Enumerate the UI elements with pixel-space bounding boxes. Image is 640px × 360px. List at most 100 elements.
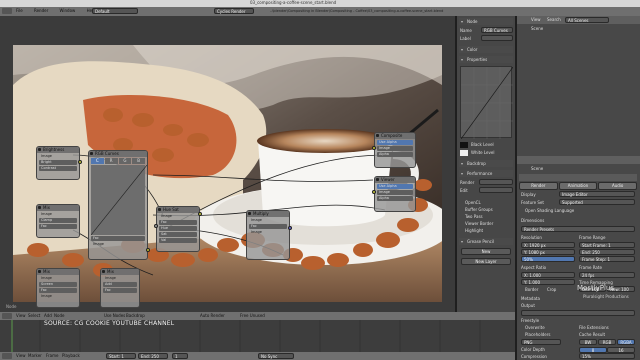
res-y-field[interactable]: Y: 1080 px <box>521 249 575 255</box>
res-x-field[interactable]: X: 1920 px <box>521 242 575 248</box>
node-row[interactable]: Clamp <box>39 218 77 223</box>
menu-file[interactable]: File <box>16 8 23 14</box>
end-frame-field[interactable]: End: 250 <box>579 249 635 255</box>
input-socket[interactable] <box>372 190 376 194</box>
outliner-search-menu[interactable]: Search <box>547 17 561 23</box>
dimensions-header[interactable]: Dimensions <box>521 218 544 224</box>
panel-grease-pencil-header[interactable]: Grease Pencil <box>459 238 513 245</box>
output-socket[interactable] <box>198 212 202 216</box>
node-composite[interactable]: Composite Use Alpha Image Alpha <box>374 132 416 168</box>
rgb-button[interactable]: RGB <box>598 339 616 345</box>
output-header[interactable]: Output <box>521 303 535 309</box>
render-quality-select[interactable] <box>479 179 513 185</box>
black-level-swatch[interactable] <box>460 142 468 148</box>
timeline-editor-icon[interactable] <box>2 353 12 359</box>
timeline-frame-menu[interactable]: Frame <box>46 353 58 359</box>
output-path-field[interactable] <box>521 310 635 316</box>
white-level-swatch[interactable] <box>460 150 468 156</box>
panel-properties-header[interactable]: Properties <box>459 56 513 63</box>
node-row[interactable]: Add <box>103 282 137 287</box>
sync-select[interactable]: No Sync <box>258 353 294 359</box>
menu-window[interactable]: Window <box>60 8 76 14</box>
channel-g[interactable]: G <box>118 158 132 164</box>
feature-set-select[interactable]: Supported <box>559 199 635 205</box>
buffer-groups-checkbox[interactable]: Buffer Groups <box>465 207 493 213</box>
border-checkbox[interactable]: Border <box>525 287 538 293</box>
output-socket[interactable] <box>288 226 292 230</box>
input-socket[interactable] <box>372 146 376 150</box>
fps-select[interactable]: 24 fps <box>579 272 635 278</box>
cache-result-checkbox[interactable]: Cache Result <box>579 332 605 338</box>
placeholders-checkbox[interactable]: Placeholders <box>525 332 550 338</box>
two-pass-checkbox[interactable]: Two Pass <box>465 214 483 220</box>
node-mix-2[interactable]: Mix Image Screen Fac Image <box>36 268 80 308</box>
node-viewer[interactable]: Viewer Use Alpha Image Alpha <box>374 176 416 212</box>
auto-render-toggle[interactable]: Auto Render <box>200 313 225 319</box>
backdrop-toggle[interactable]: Backdrop <box>126 313 145 319</box>
name-field[interactable]: RGB Curves <box>481 27 513 33</box>
freestyle-header[interactable]: Freestyle <box>521 318 539 324</box>
render-presets-select[interactable]: Render Presets <box>521 226 635 232</box>
frame-step-field[interactable]: Frame Step: 1 <box>579 256 635 262</box>
menu-render[interactable]: Render <box>34 8 48 14</box>
metadata-header[interactable]: Metadata <box>521 296 540 302</box>
render-engine-selector[interactable]: Cycles Render <box>214 8 254 14</box>
node-row[interactable]: Bright <box>39 160 77 165</box>
audio-tab[interactable]: Audio <box>598 182 638 190</box>
node-row[interactable]: Contrast <box>39 166 77 171</box>
node-row[interactable]: Fac <box>249 224 287 229</box>
outliner-view-menu[interactable]: View <box>531 17 541 23</box>
scene-tree-item[interactable]: Scene <box>531 26 543 32</box>
end-field[interactable]: End: 250 <box>138 353 168 359</box>
node-row[interactable]: Val <box>159 238 197 243</box>
crop-checkbox[interactable]: Crop <box>547 287 556 293</box>
blender-logo-icon[interactable] <box>2 8 12 14</box>
overwrite-checkbox[interactable]: Overwrite <box>525 325 545 331</box>
input-socket[interactable] <box>154 224 158 228</box>
panel-color-header[interactable]: Color <box>459 46 513 53</box>
channel-c[interactable]: C <box>91 158 104 164</box>
render-tab[interactable]: Render <box>519 182 558 190</box>
panel-performance-header[interactable]: Performance <box>459 170 513 177</box>
node-row[interactable]: Hue <box>159 226 197 231</box>
layout-selector[interactable]: Default <box>92 8 138 14</box>
bw-button[interactable]: BW <box>579 339 597 345</box>
rgba-button[interactable]: RGBA <box>617 339 635 345</box>
timeline-marker-menu[interactable]: Marker <box>28 353 42 359</box>
opencl-checkbox[interactable]: OpenCL <box>465 200 481 206</box>
highlight-checkbox[interactable]: Highlight <box>465 228 483 234</box>
node-row[interactable]: Sat <box>159 232 197 237</box>
node-row[interactable]: Alpha <box>377 196 413 201</box>
start-frame-field[interactable]: Start Frame: 1 <box>579 242 635 248</box>
res-percent-slider[interactable]: 50% <box>521 256 575 262</box>
node-row[interactable]: Fac <box>39 224 77 229</box>
header-node-menu[interactable]: Node <box>54 313 64 319</box>
current-frame-field[interactable]: 1 <box>172 353 188 359</box>
node-editor[interactable]: Brightness Image Bright Contrast RGB Cur… <box>0 16 455 312</box>
file-extensions-checkbox[interactable]: File Extensions <box>579 325 609 331</box>
new-layer-button[interactable]: New Layer <box>461 258 511 265</box>
node-rgb-curves[interactable]: RGB Curves C R G B Fac Image <box>88 150 148 260</box>
edit-quality-select[interactable] <box>479 187 513 193</box>
compression-slider[interactable]: 15% <box>579 353 635 359</box>
new-button[interactable]: New <box>461 248 511 255</box>
panel-backdrop-header[interactable]: Backdrop <box>459 160 513 167</box>
channel-b[interactable]: B <box>132 158 145 164</box>
node-row[interactable]: Screen <box>39 282 77 287</box>
node-mix-1[interactable]: Mix Image Clamp Fac <box>36 204 80 238</box>
curve-editor[interactable] <box>460 66 514 140</box>
node-row[interactable]: Fac <box>159 220 197 225</box>
node-row[interactable]: Image <box>377 190 413 195</box>
label-field[interactable] <box>481 35 513 41</box>
timeline-view-menu[interactable]: View <box>16 353 26 359</box>
output-socket[interactable] <box>78 160 82 164</box>
aspect-y-field[interactable]: Y: 1.000 <box>521 279 575 285</box>
header-add-menu[interactable]: Add <box>44 313 52 319</box>
node-hue-sat[interactable]: Hue Sat Image Fac Hue Sat Val <box>156 206 200 252</box>
node-row[interactable]: Use Alpha <box>377 140 413 145</box>
node-brightness[interactable]: Brightness Image Bright Contrast <box>36 146 80 180</box>
timeline-playback-menu[interactable]: Playback <box>62 353 80 359</box>
scene-filter-select[interactable]: All Scenes <box>565 17 609 23</box>
node-row[interactable]: Fac <box>91 236 145 241</box>
header-view-menu[interactable]: View <box>16 313 26 319</box>
